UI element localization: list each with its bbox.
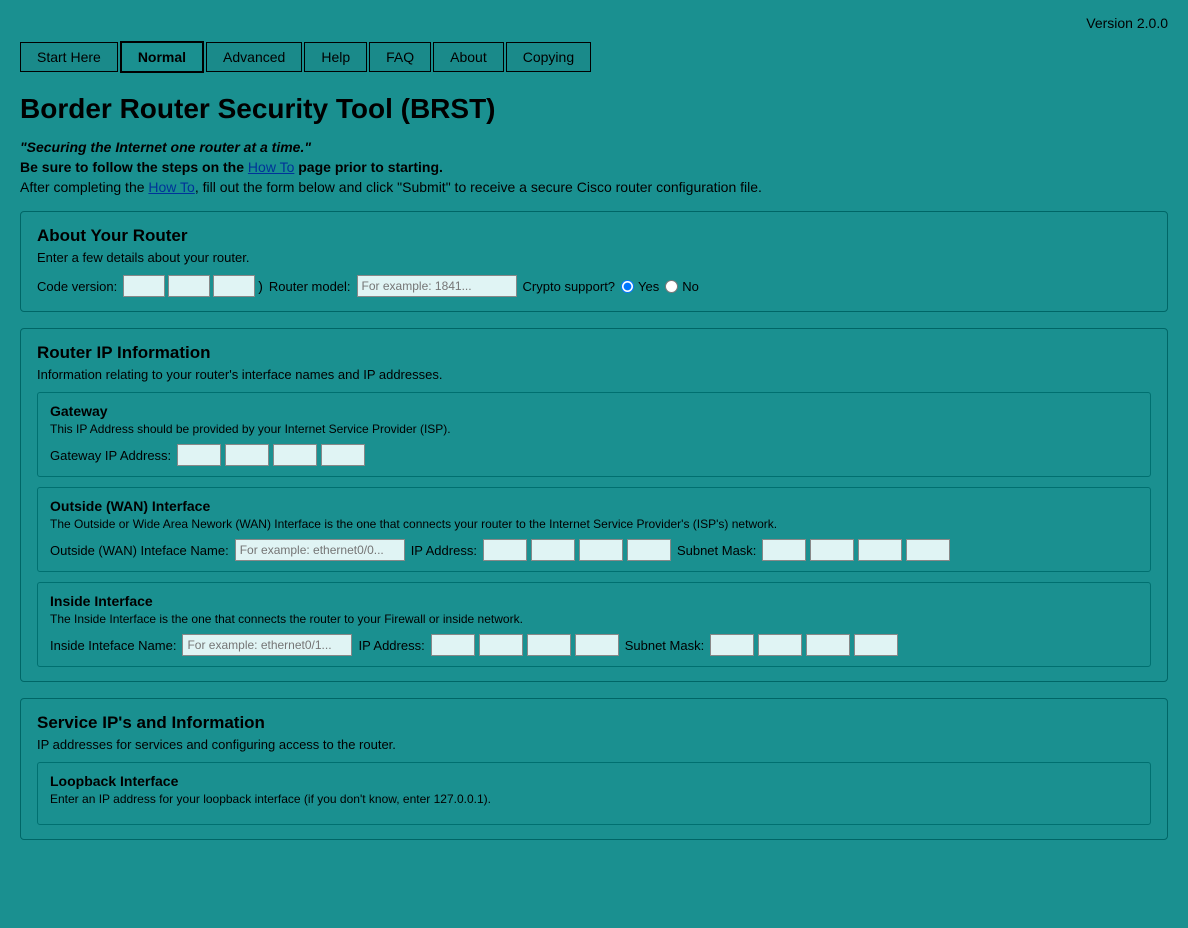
inside-subnet-octet-1[interactable]	[710, 634, 754, 656]
howto-link-1[interactable]: How To	[248, 159, 294, 175]
code-version-field-2[interactable]	[168, 275, 210, 297]
crypto-label: Crypto support?	[523, 279, 616, 294]
gateway-ip-octet-1[interactable]	[177, 444, 221, 466]
gateway-ip-octet-3[interactable]	[273, 444, 317, 466]
wan-subnet-octet-1[interactable]	[762, 539, 806, 561]
version-text: Version 2.0.0	[20, 15, 1168, 31]
wan-ip-group	[483, 539, 671, 561]
crypto-no-group: No	[665, 279, 699, 294]
wan-subnet-octet-3[interactable]	[858, 539, 902, 561]
wan-ip-label: IP Address:	[411, 543, 477, 558]
code-version-field-3[interactable]	[213, 275, 255, 297]
gateway-desc: This IP Address should be provided by yo…	[50, 422, 1138, 436]
code-version-field-1[interactable]	[123, 275, 165, 297]
tab-help[interactable]: Help	[304, 42, 367, 72]
gateway-ip-group	[177, 444, 365, 466]
inside-name-label: Inside Inteface Name:	[50, 638, 176, 653]
tab-bar: Start Here Normal Advanced Help FAQ Abou…	[20, 41, 1168, 73]
inside-panel: Inside Interface The Inside Interface is…	[37, 582, 1151, 667]
tagline: "Securing the Internet one router at a t…	[20, 139, 1168, 155]
inside-ip-label: IP Address:	[358, 638, 424, 653]
wan-panel: Outside (WAN) Interface The Outside or W…	[37, 487, 1151, 572]
intro-line3: After completing the How To, fill out th…	[20, 179, 1168, 195]
about-router-title: About Your Router	[37, 226, 1151, 246]
inside-ip-octet-3[interactable]	[527, 634, 571, 656]
inside-subnet-octet-3[interactable]	[806, 634, 850, 656]
wan-subnet-group	[762, 539, 950, 561]
code-version-group: )	[123, 275, 263, 297]
wan-form: Outside (WAN) Inteface Name: IP Address:…	[50, 539, 1138, 561]
crypto-yes-label: Yes	[638, 279, 659, 294]
wan-ip-octet-2[interactable]	[531, 539, 575, 561]
tab-normal[interactable]: Normal	[120, 41, 204, 73]
router-model-input[interactable]	[357, 275, 517, 297]
page-title: Border Router Security Tool (BRST)	[20, 93, 1168, 125]
wan-subnet-octet-2[interactable]	[810, 539, 854, 561]
inside-subnet-octet-2[interactable]	[758, 634, 802, 656]
inside-title: Inside Interface	[50, 593, 1138, 609]
about-router-form: Code version: ) Router model: Crypto sup…	[37, 275, 1151, 297]
wan-subnet-label: Subnet Mask:	[677, 543, 757, 558]
howto-link-2[interactable]: How To	[148, 179, 194, 195]
wan-desc: The Outside or Wide Area Nework (WAN) In…	[50, 517, 1138, 531]
service-ip-desc: IP addresses for services and configurin…	[37, 737, 1151, 752]
service-ip-title: Service IP's and Information	[37, 713, 1151, 733]
tab-advanced[interactable]: Advanced	[206, 42, 302, 72]
inside-subnet-group	[710, 634, 898, 656]
inside-subnet-label: Subnet Mask:	[625, 638, 705, 653]
loopback-desc: Enter an IP address for your loopback in…	[50, 792, 1138, 806]
router-ip-panel: Router IP Information Information relati…	[20, 328, 1168, 682]
gateway-title: Gateway	[50, 403, 1138, 419]
tab-start-here[interactable]: Start Here	[20, 42, 118, 72]
loopback-panel: Loopback Interface Enter an IP address f…	[37, 762, 1151, 825]
tab-faq[interactable]: FAQ	[369, 42, 431, 72]
wan-ip-octet-3[interactable]	[579, 539, 623, 561]
inside-subnet-octet-4[interactable]	[854, 634, 898, 656]
crypto-yes-group: Yes	[621, 279, 659, 294]
wan-subnet-octet-4[interactable]	[906, 539, 950, 561]
wan-ip-octet-1[interactable]	[483, 539, 527, 561]
service-ip-panel: Service IP's and Information IP addresse…	[20, 698, 1168, 840]
inside-ip-octet-1[interactable]	[431, 634, 475, 656]
about-router-panel: About Your Router Enter a few details ab…	[20, 211, 1168, 312]
inside-form: Inside Inteface Name: IP Address: Subnet…	[50, 634, 1138, 656]
router-model-label: Router model:	[269, 279, 351, 294]
wan-name-label: Outside (WAN) Inteface Name:	[50, 543, 229, 558]
wan-title: Outside (WAN) Interface	[50, 498, 1138, 514]
gateway-ip-label: Gateway IP Address:	[50, 448, 171, 463]
inside-ip-octet-4[interactable]	[575, 634, 619, 656]
code-version-label: Code version:	[37, 279, 117, 294]
loopback-title: Loopback Interface	[50, 773, 1138, 789]
gateway-ip-octet-2[interactable]	[225, 444, 269, 466]
gateway-form: Gateway IP Address:	[50, 444, 1138, 466]
crypto-yes-radio[interactable]	[621, 280, 634, 293]
intro-line2: Be sure to follow the steps on the How T…	[20, 159, 1168, 175]
wan-name-input[interactable]	[235, 539, 405, 561]
inside-name-input[interactable]	[182, 634, 352, 656]
code-version-paren: )	[258, 278, 263, 294]
router-ip-title: Router IP Information	[37, 343, 1151, 363]
inside-ip-group	[431, 634, 619, 656]
router-ip-desc: Information relating to your router's in…	[37, 367, 1151, 382]
about-router-desc: Enter a few details about your router.	[37, 250, 1151, 265]
gateway-ip-octet-4[interactable]	[321, 444, 365, 466]
gateway-panel: Gateway This IP Address should be provid…	[37, 392, 1151, 477]
tab-about[interactable]: About	[433, 42, 504, 72]
tab-copying[interactable]: Copying	[506, 42, 591, 72]
wan-ip-octet-4[interactable]	[627, 539, 671, 561]
crypto-no-radio[interactable]	[665, 280, 678, 293]
inside-desc: The Inside Interface is the one that con…	[50, 612, 1138, 626]
inside-ip-octet-2[interactable]	[479, 634, 523, 656]
crypto-no-label: No	[682, 279, 699, 294]
